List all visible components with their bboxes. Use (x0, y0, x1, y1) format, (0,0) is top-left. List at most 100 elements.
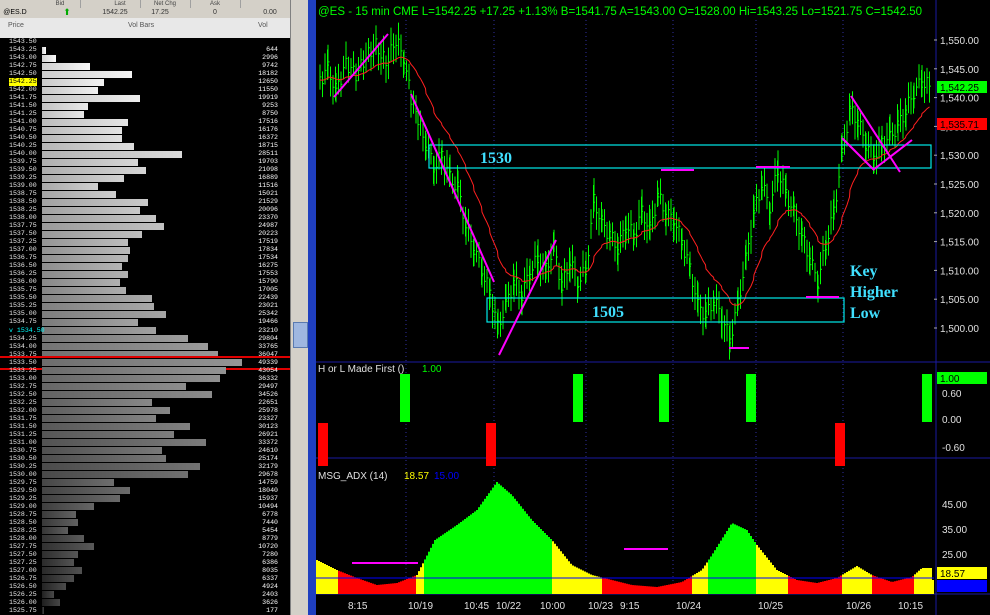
adx-bar (570, 563, 572, 594)
ladder-volume: 18040 (258, 486, 278, 494)
ladder-row[interactable]: 1540.25 18715 (0, 142, 290, 150)
ladder-row[interactable]: 1529.75 14759 (0, 479, 290, 487)
volume-bar (42, 158, 138, 166)
ladder-row[interactable]: 1528.50 7440 (0, 519, 290, 527)
ladder-row[interactable]: 1541.00 17516 (0, 118, 290, 126)
ladder-volume: 24987 (258, 222, 278, 230)
volume-bar (42, 423, 190, 431)
ladder-row[interactable]: 1532.25 22651 (0, 399, 290, 407)
ladder-row[interactable]: 1533.25 43054 (0, 367, 290, 375)
ladder-row[interactable]: v 1534.50 23210 (0, 327, 290, 335)
ladder-row[interactable]: 1537.75 24987 (0, 222, 290, 230)
ladder-row[interactable]: 1526.75 6337 (0, 575, 290, 583)
ladder-row[interactable]: 1526.00 3626 (0, 599, 290, 607)
ladder-row[interactable]: 1533.00 36332 (0, 375, 290, 383)
ladder-row[interactable]: 1530.25 32179 (0, 463, 290, 471)
ladder-row[interactable]: 1532.75 29497 (0, 383, 290, 391)
ladder-row[interactable]: 1527.50 7280 (0, 551, 290, 559)
ladder-row[interactable]: 1535.75 17005 (0, 286, 290, 294)
price-ladder-panel: Bid Last Net Chg Ask @ES.D ⬆ 1542.25 17.… (0, 0, 309, 615)
ladder-row[interactable]: 1538.50 21529 (0, 198, 290, 206)
ladder-row[interactable]: 1539.25 16889 (0, 174, 290, 182)
ladder-row[interactable]: 1537.50 20223 (0, 230, 290, 238)
adx-bar (468, 516, 470, 594)
ladder-row[interactable]: 1536.75 17534 (0, 254, 290, 262)
adx-bar (664, 585, 666, 594)
ladder-row[interactable]: 1542.75 9742 (0, 62, 290, 70)
ladder-price: 1527.50 (9, 550, 37, 558)
ladder-volume: 33765 (258, 342, 278, 350)
ladder-row[interactable]: 1530.75 24610 (0, 447, 290, 455)
ladder-row[interactable]: 1541.25 8750 (0, 110, 290, 118)
ladder-row[interactable]: 1540.75 16176 (0, 126, 290, 134)
volume-bar (42, 527, 68, 535)
ladder-row[interactable]: 1537.00 17834 (0, 246, 290, 254)
ladder-row[interactable]: 1535.25 23021 (0, 302, 290, 310)
ladder-row[interactable]: 1534.00 33765 (0, 343, 290, 351)
ladder-row[interactable]: 1532.50 34526 (0, 391, 290, 399)
adx-bar (728, 527, 730, 594)
ladder-price: 1539.75 (9, 158, 37, 166)
adx-bar (774, 567, 776, 594)
ladder-row[interactable]: 1538.00 23370 (0, 214, 290, 222)
ladder-row[interactable]: 1526.50 4924 (0, 583, 290, 591)
ladder-row[interactable]: 1528.75 6778 (0, 511, 290, 519)
ladder-row[interactable]: 1539.75 19703 (0, 158, 290, 166)
volume-bar (42, 190, 116, 198)
ladder-row[interactable]: 1543.25 644 (0, 46, 290, 54)
ladder-row[interactable]: 1535.50 22439 (0, 294, 290, 302)
ladder-row[interactable]: 1528.00 8779 (0, 535, 290, 543)
ladder-row[interactable]: 1536.25 17553 (0, 270, 290, 278)
ladder-scrollbar[interactable] (290, 0, 309, 615)
ladder-row[interactable]: 1540.00 28511 (0, 150, 290, 158)
ladder-row[interactable]: 1540.50 16372 (0, 134, 290, 142)
ladder-row[interactable]: 1532.00 25978 (0, 407, 290, 415)
ladder-row[interactable]: 1539.00 11516 (0, 182, 290, 190)
ladder-row[interactable]: 1531.75 23327 (0, 415, 290, 423)
ladder-row[interactable]: 1538.25 20096 (0, 206, 290, 214)
scrollbar-thumb[interactable] (293, 322, 308, 348)
ladder-row[interactable]: 1527.00 8035 (0, 567, 290, 575)
ladder-row[interactable]: 1529.50 18040 (0, 487, 290, 495)
ladder-row[interactable]: 1543.00 2996 (0, 54, 290, 62)
ladder-row[interactable]: 1538.75 15021 (0, 190, 290, 198)
ladder-row[interactable]: 1543.50 (0, 38, 290, 46)
adx-bar (722, 537, 724, 594)
ladder-row[interactable]: 1537.25 17519 (0, 238, 290, 246)
ladder-row[interactable]: 1534.75 19466 (0, 318, 290, 326)
ladder-row[interactable]: 1527.75 10720 (0, 543, 290, 551)
ladder-row[interactable]: 1531.50 30123 (0, 423, 290, 431)
adx-bar (838, 576, 840, 594)
ladder-volume: 17534 (258, 254, 278, 262)
ladder-row[interactable]: 1533.50 49339 (0, 355, 290, 370)
ladder-row[interactable]: 1530.00 29678 (0, 471, 290, 479)
ladder-row[interactable]: 1528.25 5454 (0, 527, 290, 535)
ladder-row[interactable]: 1535.00 25342 (0, 310, 290, 318)
ladder-row[interactable]: 1531.00 33372 (0, 439, 290, 447)
ladder-row[interactable]: 1539.50 21098 (0, 166, 290, 174)
ladder-row[interactable]: 1534.25 29804 (0, 335, 290, 343)
volume-bar (42, 471, 188, 479)
ladder-row[interactable]: 1541.50 9253 (0, 102, 290, 110)
ladder-row[interactable]: 1536.50 16275 (0, 262, 290, 270)
ladder-row[interactable]: 1531.25 26921 (0, 431, 290, 439)
volume-bar (42, 343, 208, 351)
ladder-row[interactable]: 1542.25 12650 (0, 78, 290, 87)
panel-divider[interactable] (308, 0, 316, 615)
ladder-row[interactable]: 1542.00 11550 (0, 86, 290, 94)
ladder-row[interactable]: 1527.25 6386 (0, 559, 290, 567)
adx-bar (408, 578, 410, 594)
ladder-row[interactable]: 1536.00 15790 (0, 278, 290, 286)
quote-header: Bid Last Net Chg Ask @ES.D ⬆ 1542.25 17.… (0, 0, 290, 19)
ladder-row[interactable]: 1529.00 10494 (0, 503, 290, 511)
adx-bar (854, 567, 856, 594)
price-axis-label: 1,510.00 (940, 266, 979, 277)
ladder-row[interactable]: 1541.75 19919 (0, 94, 290, 102)
adx-bar (522, 508, 524, 594)
ladder-row[interactable]: 1525.75 177 (0, 607, 290, 615)
ladder-row[interactable]: 1529.25 15937 (0, 495, 290, 503)
ind1-axis-060: 0.60 (942, 389, 962, 400)
ladder-row[interactable]: 1542.50 18182 (0, 70, 290, 78)
ladder-row[interactable]: 1526.25 2403 (0, 591, 290, 599)
ladder-row[interactable]: 1530.50 25174 (0, 455, 290, 463)
